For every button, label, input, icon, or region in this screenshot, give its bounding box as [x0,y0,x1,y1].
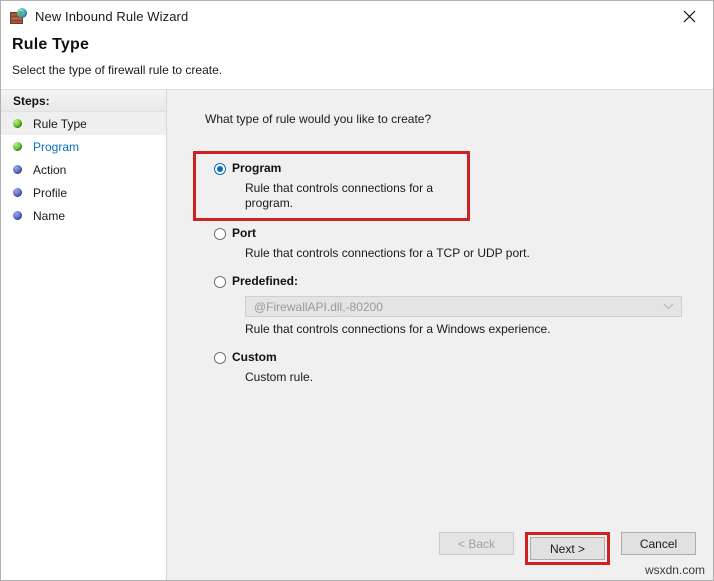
radio-custom[interactable] [214,352,226,364]
chevron-down-icon [663,303,674,310]
close-glyph [683,10,696,23]
next-button[interactable]: Next > [530,537,605,560]
sidebar-item-label: Name [33,209,65,223]
option-label: Custom [232,350,713,365]
sidebar-item-label: Action [33,163,66,177]
option-description: Rule that controls connections for a TCP… [245,246,713,261]
option-description: Rule that controls connections for a Win… [245,322,713,337]
back-button: < Back [439,532,514,555]
option-predefined[interactable]: Predefined: @FirewallAPI.dll,-80200 Rule… [205,274,713,337]
wizard-window: New Inbound Rule Wizard Rule Type Select… [0,0,714,581]
firewall-icon [10,8,27,25]
content-inner: What type of rule would you like to crea… [167,90,713,520]
window-title: New Inbound Rule Wizard [35,9,188,24]
content-panel: What type of rule would you like to crea… [167,90,713,580]
radio-program[interactable] [214,163,226,175]
sidebar-item-label: Program [33,140,79,154]
page-header: Rule Type Select the type of firewall ru… [1,31,713,89]
rule-type-question: What type of rule would you like to crea… [205,112,713,126]
option-label: Predefined: [232,274,713,289]
sidebar-item-profile[interactable]: Profile [1,181,166,204]
step-bullet-icon [13,142,22,151]
predefined-rule-select[interactable]: @FirewallAPI.dll,-80200 [245,296,682,317]
step-bullet-icon [13,119,22,128]
option-label: Program [232,161,467,176]
step-bullet-icon [13,211,22,220]
step-bullet-icon [13,165,22,174]
steps-sidebar: Steps: Rule Type Program Action Profile … [1,90,167,580]
option-custom[interactable]: Custom Custom rule. [205,350,713,385]
predefined-rule-value: @FirewallAPI.dll,-80200 [254,300,383,314]
steps-heading: Steps: [1,90,166,112]
sidebar-item-rule-type[interactable]: Rule Type [1,112,166,135]
sidebar-item-action[interactable]: Action [1,158,166,181]
step-bullet-icon [13,188,22,197]
next-button-highlight: Next > [525,532,610,565]
cancel-button[interactable]: Cancel [621,532,696,555]
option-port[interactable]: Port Rule that controls connections for … [205,226,713,261]
option-label: Port [232,226,713,241]
option-description: Custom rule. [245,370,713,385]
watermark: wsxdn.com [645,563,705,577]
title-bar: New Inbound Rule Wizard [1,1,713,31]
sidebar-item-program[interactable]: Program [1,135,166,158]
sidebar-item-label: Profile [33,186,67,200]
close-icon[interactable] [666,2,712,31]
radio-port[interactable] [214,228,226,240]
radio-predefined[interactable] [214,276,226,288]
page-subtitle: Select the type of firewall rule to crea… [12,63,713,77]
sidebar-item-name[interactable]: Name [1,204,166,227]
page-title: Rule Type [12,36,713,54]
sidebar-item-label: Rule Type [33,117,87,131]
option-program[interactable]: Program Rule that controls connections f… [193,151,470,221]
wizard-body: Steps: Rule Type Program Action Profile … [1,89,713,580]
wizard-footer: < Back Next > Cancel [167,520,713,580]
option-description: Rule that controls connections for a pro… [245,181,467,211]
